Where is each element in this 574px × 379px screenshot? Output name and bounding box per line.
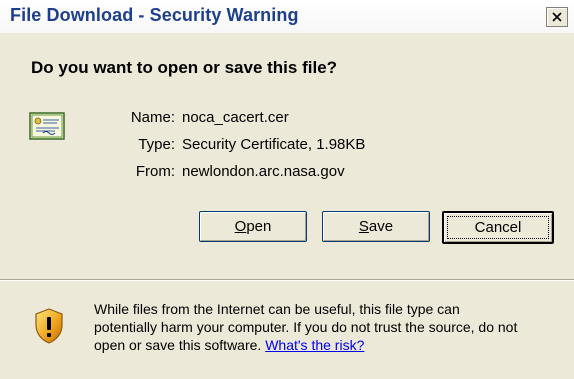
close-button[interactable] [546,7,568,27]
warning-line-2: potentially harm your computer. If you d… [94,319,518,335]
name-label: Name: [130,109,175,126]
title-bar[interactable]: File Download - Security Warning [0,0,574,33]
from-value: newlondon.arc.nasa.gov [182,163,345,180]
separator [0,279,574,281]
open-label-rest: pen [246,218,272,235]
save-mnemonic: S [358,218,369,235]
warning-line-3: open or save this software. What's the r… [94,336,564,354]
open-mnemonic: O [234,218,247,235]
whats-the-risk-link[interactable]: What's the risk? [265,337,364,353]
warning-text: While files from the Internet can be use… [94,300,564,354]
name-value: noca_cacert.cer [182,109,289,126]
save-button[interactable]: Save [322,211,430,242]
shield-icon [34,308,64,349]
dialog-question: Do you want to open or save this file? [31,58,338,77]
window-title: File Download - Security Warning [10,5,299,25]
warning-line-3-text: open or save this software. [94,337,262,353]
warning-line-1: While files from the Internet can be use… [94,301,460,317]
file-download-dialog: File Download - Security Warning Do you … [0,0,574,379]
cancel-button[interactable]: Cancel [442,211,554,244]
focus-rectangle [447,216,549,239]
open-button[interactable]: Open [199,211,307,242]
from-label: From: [135,163,175,180]
save-label-rest: ave [368,218,394,235]
type-value: Security Certificate, 1.98KB [182,136,366,153]
close-icon [552,12,562,22]
type-label: Type: [138,136,175,153]
certificate-icon [29,112,65,147]
